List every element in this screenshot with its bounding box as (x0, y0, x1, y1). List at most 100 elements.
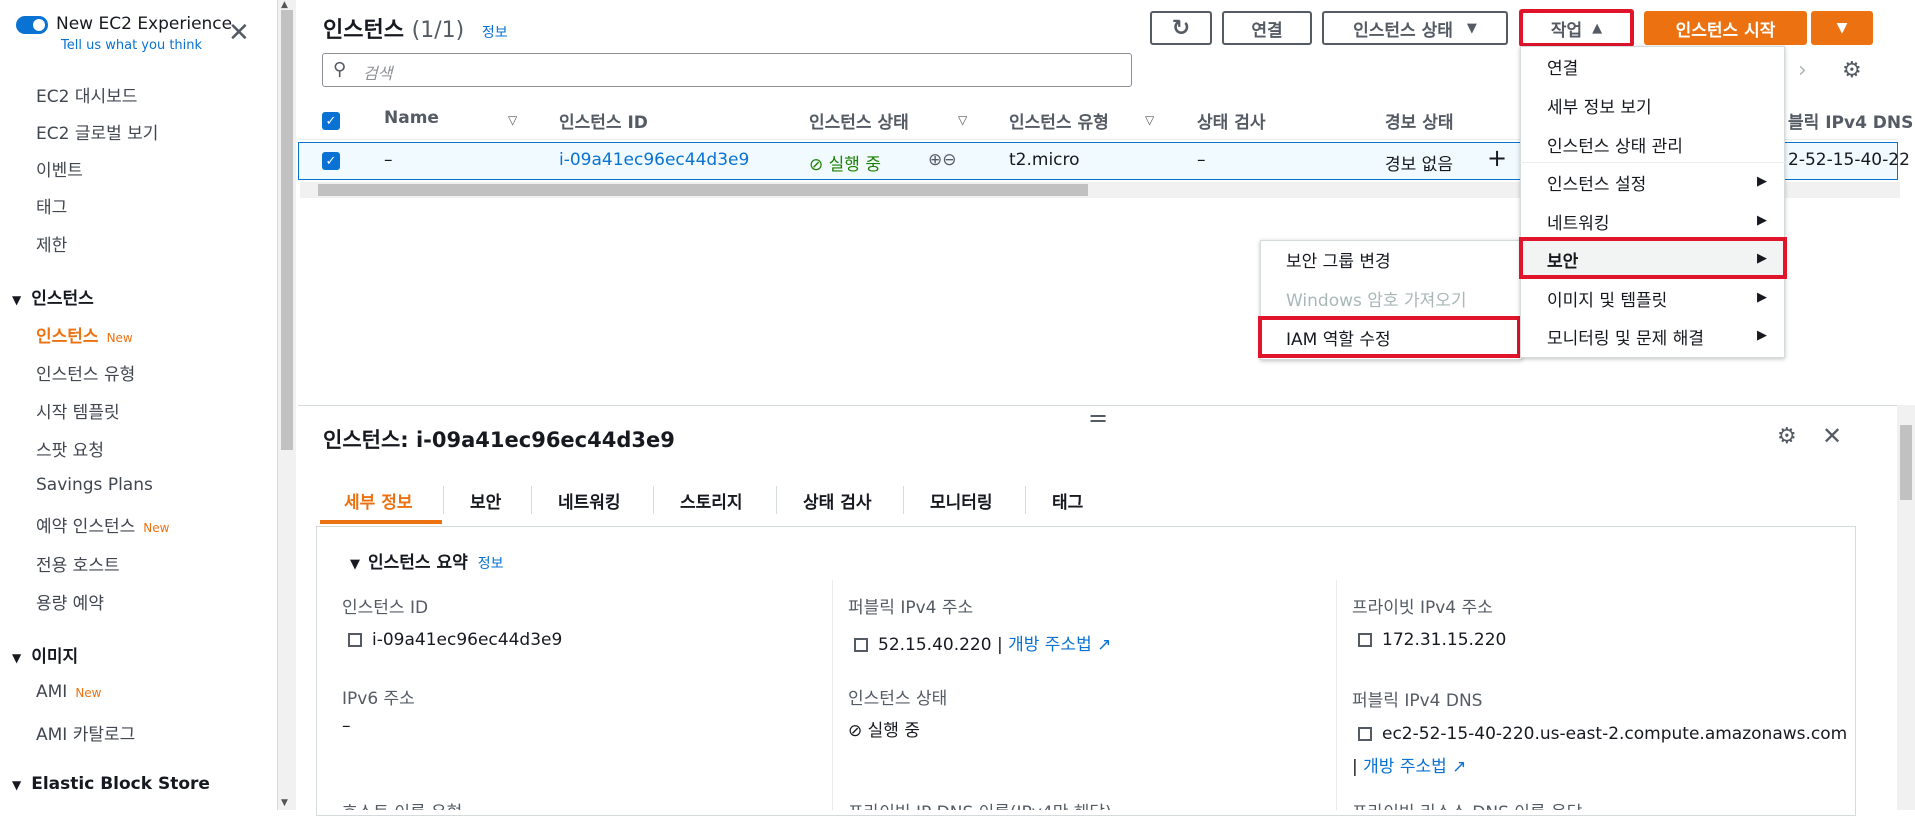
launch-instances-button[interactable]: 인스턴스 시작 (1644, 11, 1807, 45)
cell-state: ⊘ 실행 중 (809, 150, 881, 175)
sidebar-item-capacity-reservations[interactable]: 용량 예약 (36, 589, 104, 614)
connect-button[interactable]: 연결 (1222, 11, 1312, 45)
submenu-get-windows-password: Windows 암호 가져오기 (1286, 291, 1467, 311)
tab-security[interactable]: 보안 (470, 488, 501, 513)
tab-storage[interactable]: 스토리지 (680, 488, 743, 513)
sidebar-scroll-thumb[interactable] (281, 10, 293, 450)
scroll-down-icon[interactable]: ▼ (281, 798, 288, 808)
sidebar-section-ebs[interactable]: ▼ Elastic Block Store (12, 774, 210, 794)
menu-item-monitoring[interactable]: 모니터링 및 문제 해결 (1547, 324, 1704, 349)
menu-item-security[interactable]: 보안 (1547, 247, 1578, 272)
row-checkbox[interactable]: ✓ (322, 152, 340, 170)
drag-handle-icon[interactable]: = (1088, 404, 1108, 432)
menu-item-manage-state[interactable]: 인스턴스 상태 관리 (1547, 132, 1683, 157)
caret-down-icon: ▼ (12, 651, 22, 665)
sort-icon[interactable]: ▽ (1145, 113, 1154, 127)
copy-icon[interactable] (348, 633, 362, 647)
col-status-check[interactable]: 상태 검사 (1197, 108, 1265, 133)
copy-icon[interactable] (854, 638, 868, 652)
select-all-checkbox[interactable]: ✓ (322, 112, 340, 130)
sidebar-item-instances[interactable]: 인스턴스 New (36, 322, 133, 347)
col-alarm-status[interactable]: 경보 상태 (1385, 108, 1453, 133)
item-label: 인스턴스 (36, 327, 99, 347)
tab-status-checks[interactable]: 상태 검사 (803, 488, 871, 513)
feedback-link[interactable]: Tell us what you think (61, 38, 202, 53)
zoom-icons[interactable]: ⊕⊖ (928, 150, 957, 170)
submenu-change-security-groups[interactable]: 보안 그룹 변경 (1286, 247, 1391, 272)
col-public-dns[interactable]: 블릭 IPv4 DNS (1788, 108, 1913, 133)
close-icon[interactable]: ✕ (1822, 422, 1842, 450)
external-link-icon[interactable]: ↗ (1097, 635, 1111, 655)
sidebar-item-spot-requests[interactable]: 스팟 요청 (36, 436, 104, 461)
launch-dropdown-button[interactable]: ▼ (1811, 11, 1873, 45)
instance-state-button[interactable]: 인스턴스 상태 ▼ (1322, 11, 1508, 45)
new-experience-toggle[interactable] (16, 16, 48, 34)
sidebar-item-events[interactable]: 이벤트 (36, 156, 83, 181)
external-link-icon[interactable]: ↗ (1452, 757, 1466, 777)
sidebar-item-ec2-dashboard[interactable]: EC2 대시보드 (36, 82, 137, 107)
add-alarm-icon[interactable]: + (1487, 144, 1507, 172)
sidebar-item-launch-templates[interactable]: 시작 템플릿 (36, 398, 120, 423)
sidebar-section-images[interactable]: ▼ 이미지 (12, 642, 78, 667)
sidebar: New EC2 Experience Tell us what you thin… (0, 0, 278, 810)
sidebar-item-instance-types[interactable]: 인스턴스 유형 (36, 360, 135, 385)
col-instance-id[interactable]: 인스턴스 ID (559, 108, 648, 133)
sidebar-item-savings-plans[interactable]: Savings Plans (36, 475, 153, 495)
open-address-link[interactable]: 개방 주소법 (1008, 635, 1092, 655)
details-tabs (316, 470, 1856, 527)
sidebar-item-ami-catalog[interactable]: AMI 카탈로그 (36, 720, 135, 745)
search-bar[interactable]: ⚲ 검색 (322, 53, 1132, 87)
zoom-out-icon[interactable]: ⊖ (942, 150, 956, 170)
sidebar-item-tags[interactable]: 태그 (36, 193, 67, 218)
sidebar-item-limits[interactable]: 제한 (36, 231, 67, 256)
info-link[interactable]: 정보 (482, 25, 508, 41)
tab-details[interactable]: 세부 정보 (344, 488, 412, 513)
close-icon[interactable]: ✕ (228, 20, 250, 46)
value-text: 172.31.15.220 (1382, 630, 1507, 650)
scroll-up-icon[interactable]: ▲ (281, 0, 288, 10)
value-public-ip: 52.15.40.220 | 개방 주소법 ↗ (854, 630, 1111, 655)
menu-item-connect[interactable]: 연결 (1547, 54, 1578, 79)
submenu-modify-iam-role[interactable]: IAM 역할 수정 (1286, 325, 1391, 350)
instance-count: (1/1) (411, 18, 465, 43)
tab-separator (1025, 486, 1026, 514)
cell-instance-id-link[interactable]: i-09a41ec96ec44d3e9 (559, 150, 749, 170)
sort-icon[interactable]: ▽ (958, 113, 967, 127)
details-scroll-thumb[interactable] (1900, 425, 1912, 500)
open-address-link[interactable]: 개방 주소법 (1363, 757, 1447, 777)
menu-item-view-details[interactable]: 세부 정보 보기 (1547, 93, 1652, 118)
copy-icon[interactable] (1358, 633, 1372, 647)
sidebar-item-reserved-instances[interactable]: 예약 인스턴스 New (36, 512, 169, 537)
menu-item-images-templates[interactable]: 이미지 및 템플릿 (1547, 286, 1667, 311)
sort-icon[interactable]: ▽ (508, 113, 517, 127)
section-label: 이미지 (31, 647, 79, 667)
zoom-in-icon[interactable]: ⊕ (928, 150, 942, 170)
tab-tags[interactable]: 태그 (1052, 488, 1083, 513)
col-instance-state[interactable]: 인스턴스 상태 (809, 108, 909, 133)
copy-icon[interactable] (1358, 727, 1372, 741)
next-page-icon[interactable]: › (1798, 58, 1807, 83)
gear-icon[interactable]: ⚙ (1842, 58, 1862, 83)
new-badge: New (75, 686, 102, 700)
col-instance-type[interactable]: 인스턴스 유형 (1009, 108, 1109, 133)
col-name[interactable]: Name (384, 108, 439, 128)
sidebar-item-ami[interactable]: AMI New (36, 682, 102, 702)
check-circle-icon: ⊘ (809, 155, 824, 175)
sidebar-item-global-view[interactable]: EC2 글로벌 보기 (36, 119, 158, 144)
tab-networking[interactable]: 네트워킹 (558, 488, 621, 513)
experience-title: New EC2 Experience (56, 14, 233, 34)
label-private-resource-dns: 프라이빗 리소스 DNS 이름 응답 (1352, 798, 1582, 810)
info-link[interactable]: 정보 (478, 556, 504, 572)
tab-monitoring[interactable]: 모니터링 (930, 488, 993, 513)
table-hscroll-thumb[interactable] (318, 184, 1088, 196)
actions-button[interactable]: 작업 ▲ (1519, 9, 1634, 47)
gear-icon[interactable]: ⚙ (1777, 424, 1797, 449)
menu-item-networking[interactable]: 네트워킹 (1547, 209, 1610, 234)
menu-item-instance-settings[interactable]: 인스턴스 설정 (1547, 170, 1646, 195)
title-text: 인스턴스 (323, 18, 404, 43)
sidebar-item-dedicated-hosts[interactable]: 전용 호스트 (36, 551, 120, 576)
col-label: Name (384, 108, 439, 128)
summary-section-title[interactable]: ▼ 인스턴스 요약 정보 (350, 548, 504, 573)
refresh-button[interactable]: ↻ (1150, 11, 1212, 45)
sidebar-section-instances[interactable]: ▼ 인스턴스 (12, 284, 94, 309)
